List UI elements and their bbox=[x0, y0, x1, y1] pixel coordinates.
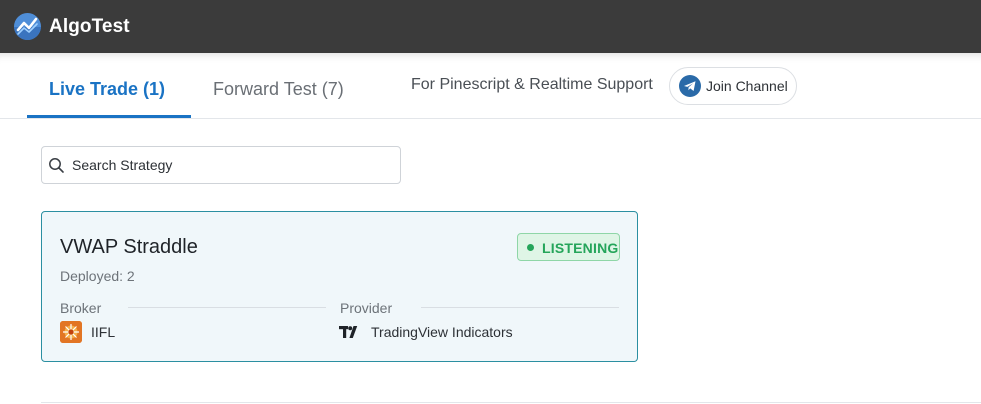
broker-name: IIFL bbox=[91, 324, 116, 340]
tab-forward-test[interactable]: Forward Test (7) bbox=[213, 79, 344, 100]
iifl-logo-icon bbox=[60, 321, 82, 343]
telegram-icon bbox=[679, 75, 701, 97]
strategy-name: VWAP Straddle bbox=[60, 236, 198, 258]
top-bar: AlgoTest bbox=[0, 0, 981, 53]
broker-divider bbox=[128, 307, 326, 308]
status-dot-icon bbox=[527, 244, 534, 251]
support-text: For Pinescript & Realtime Support bbox=[411, 76, 653, 93]
provider-name: TradingView Indicators bbox=[371, 324, 513, 340]
section-divider bbox=[41, 402, 981, 403]
join-channel-label: Join Channel bbox=[706, 78, 788, 94]
strategy-card[interactable]: VWAP Straddle LISTENING Deployed: 2 Brok… bbox=[41, 211, 638, 362]
provider-divider bbox=[421, 307, 619, 308]
join-channel-button[interactable]: Join Channel bbox=[669, 67, 797, 105]
broker-heading: Broker bbox=[60, 300, 102, 316]
app-logo-icon[interactable] bbox=[14, 13, 41, 40]
search-input[interactable] bbox=[72, 148, 392, 182]
active-tab-indicator bbox=[27, 115, 191, 118]
status-label: LISTENING bbox=[542, 240, 619, 256]
deployed-count: Deployed: 2 bbox=[60, 268, 135, 284]
search-icon bbox=[48, 157, 65, 179]
app-title[interactable]: AlgoTest bbox=[49, 16, 130, 38]
tab-bar: Live Trade (1) Forward Test (7) For Pine… bbox=[0, 53, 981, 119]
status-badge: LISTENING bbox=[517, 233, 620, 261]
tradingview-logo-icon bbox=[339, 325, 361, 344]
tab-live-trade[interactable]: Live Trade (1) bbox=[49, 79, 165, 100]
provider-heading: Provider bbox=[340, 300, 393, 316]
search-box bbox=[41, 146, 401, 184]
